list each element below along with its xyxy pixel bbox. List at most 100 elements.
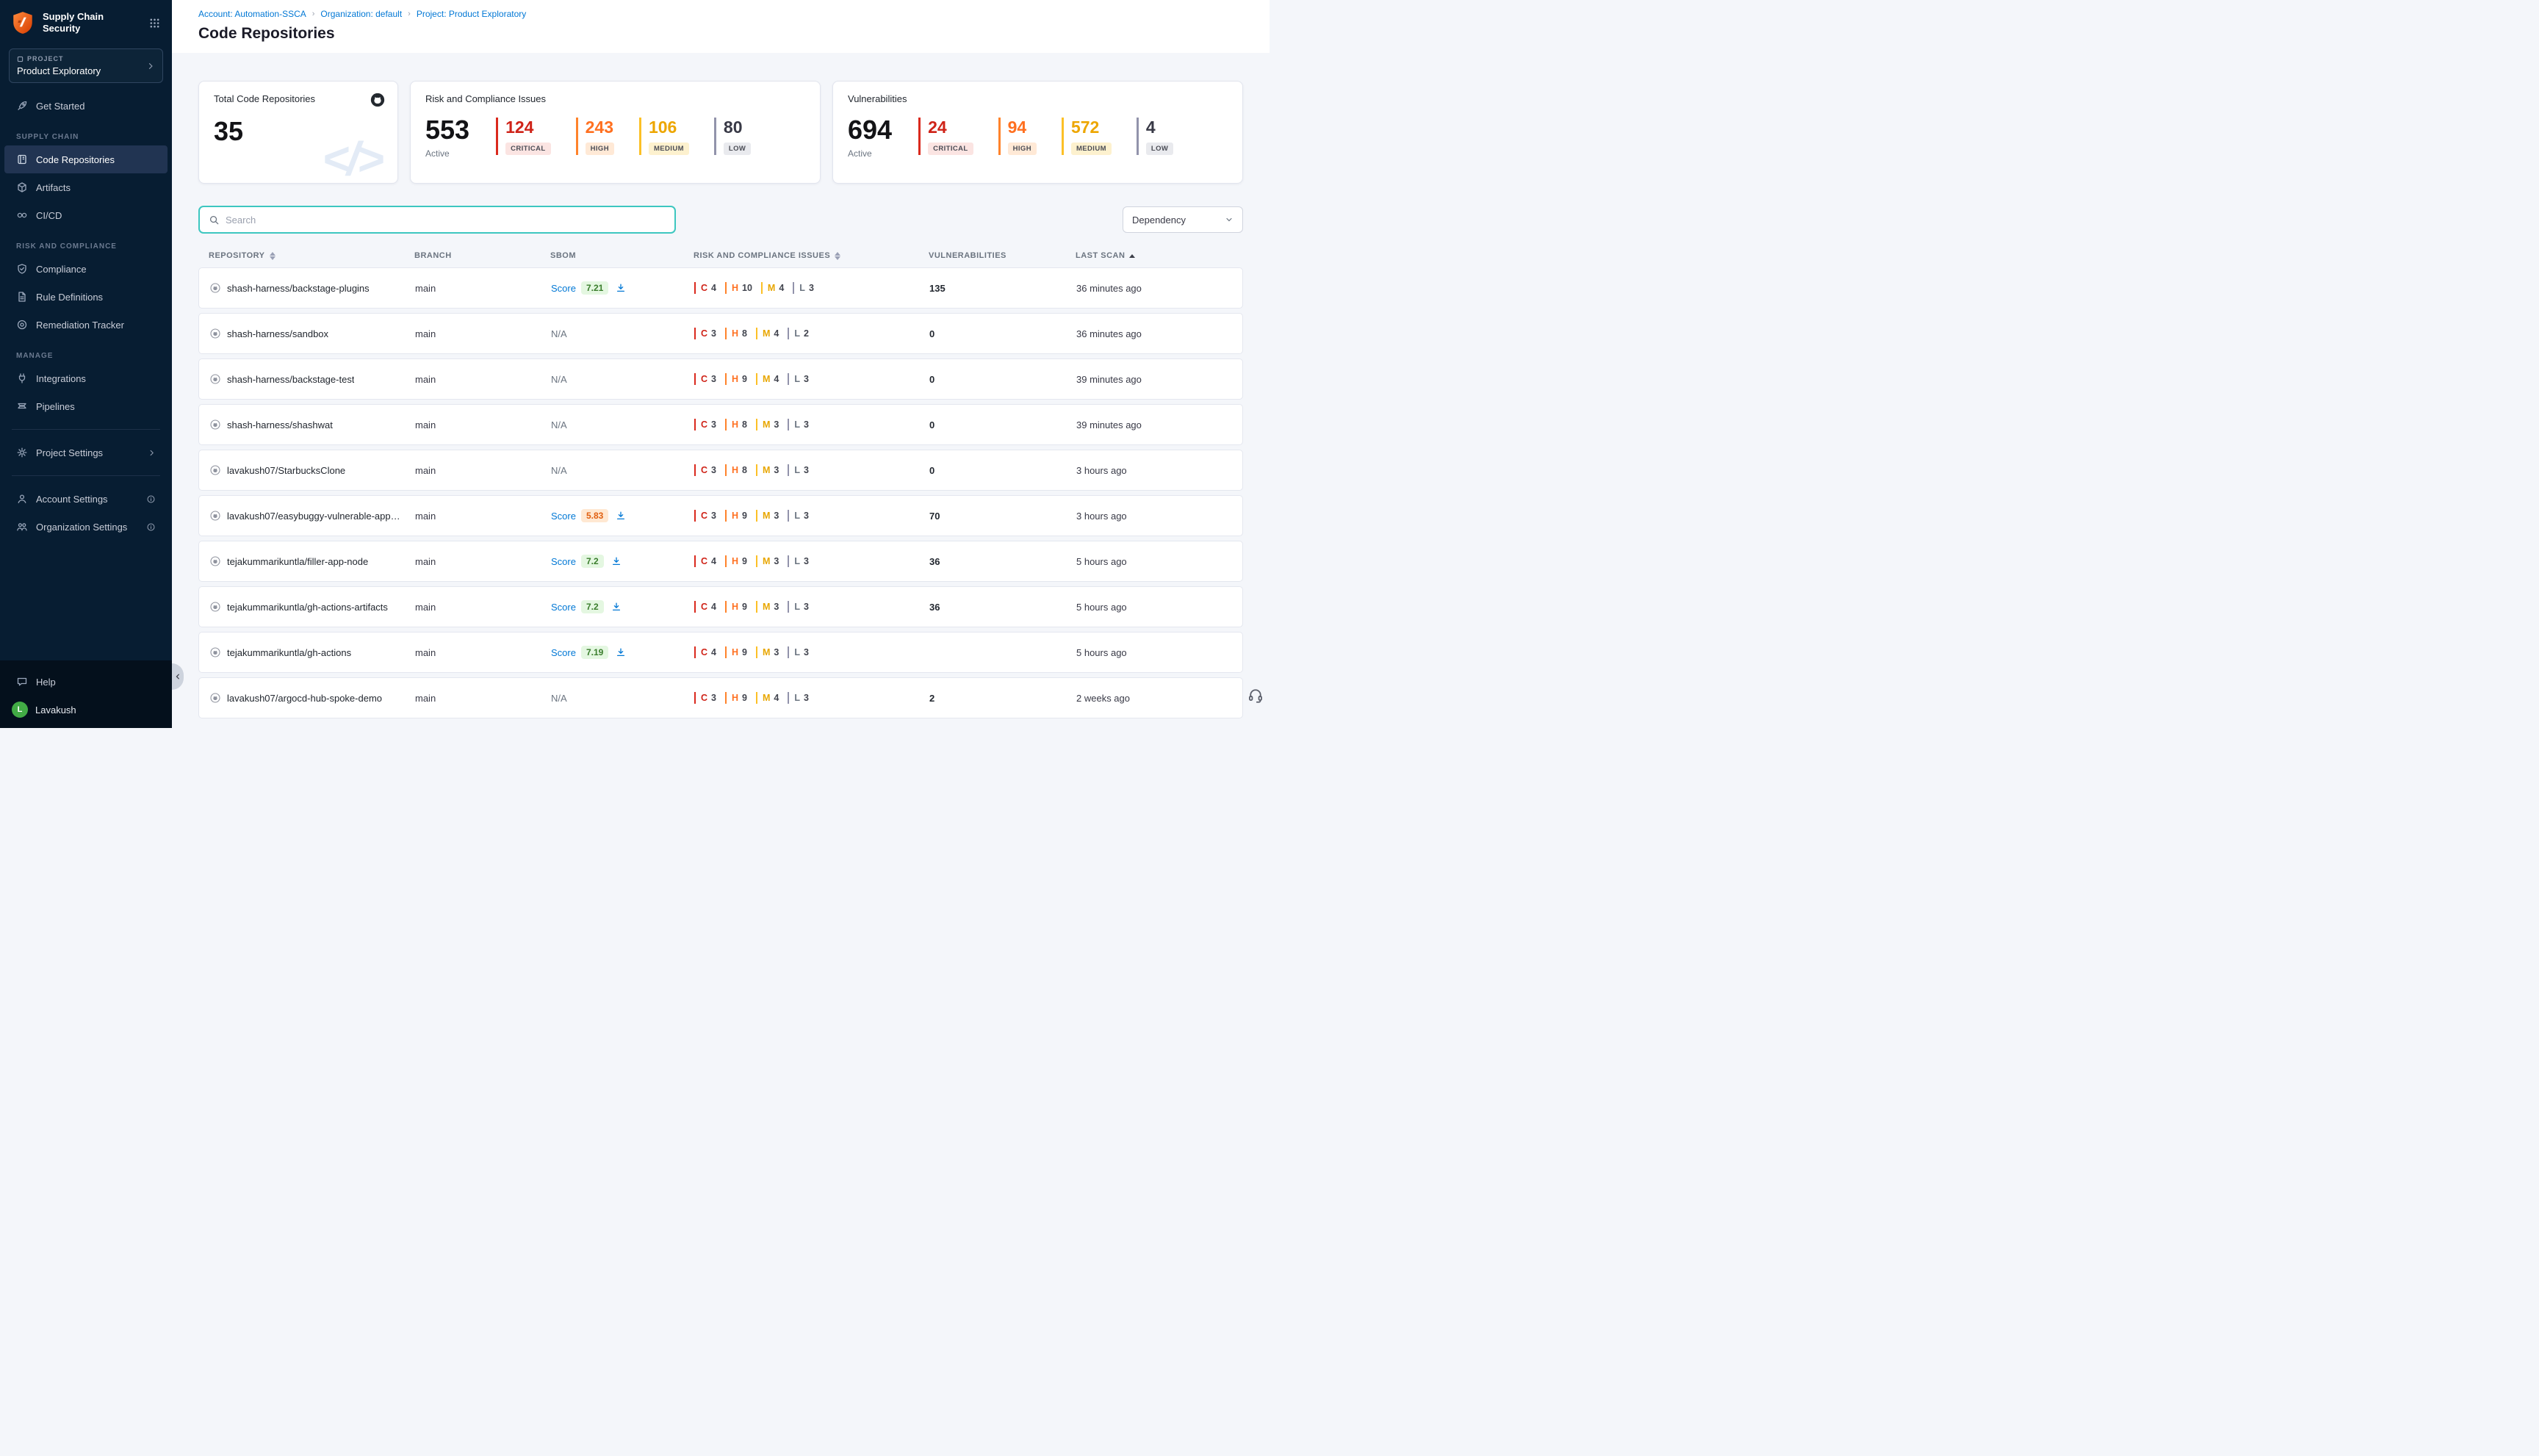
branch-name: main	[405, 511, 541, 522]
sbom-score-link[interactable]: Score	[551, 647, 576, 658]
vulnerability-count: 70	[919, 511, 1066, 522]
table-row[interactable]: lavakush07/StarbucksClone main Score N/A…	[198, 450, 1243, 491]
sidebar-item-artifacts[interactable]: Artifacts	[4, 173, 168, 201]
repository-name[interactable]: lavakush07/argocd-hub-spoke-demo	[227, 693, 382, 704]
sidebar-item-project-settings[interactable]: Project Settings	[4, 439, 168, 466]
critical-count: C3	[694, 373, 725, 386]
sidebar-item-account-settings[interactable]: Account Settings	[4, 485, 168, 513]
vulnerabilities-sub: Active	[848, 148, 892, 159]
severity-count: 106	[649, 118, 689, 137]
download-icon[interactable]	[616, 647, 626, 657]
breadcrumb-account-link[interactable]: Account: Automation-SSCA	[198, 9, 306, 19]
sbom-score-link[interactable]: Score	[551, 511, 576, 522]
vulnerability-count: 0	[919, 328, 1066, 339]
repository-name[interactable]: tejakummarikuntla/filler-app-node	[227, 556, 368, 567]
table-row[interactable]: tejakummarikuntla/filler-app-node main S…	[198, 541, 1243, 582]
artifacts-cube-icon	[16, 181, 28, 193]
column-header-repository[interactable]: REPOSITORY	[198, 251, 404, 260]
github-icon	[209, 510, 221, 522]
sidebar-item-compliance[interactable]: Compliance	[4, 255, 168, 283]
branch-name: main	[405, 374, 541, 385]
severity-count: 80	[724, 118, 751, 137]
table-row[interactable]: tejakummarikuntla/gh-actions main Score …	[198, 632, 1243, 673]
sidebar-item-organization-settings[interactable]: Organization Settings	[4, 513, 168, 541]
section-title-risk-compliance: RISK AND COMPLIANCE	[0, 229, 172, 255]
sort-icon[interactable]	[835, 252, 840, 260]
sbom-score-link[interactable]: Score	[551, 283, 576, 294]
severity-count: 243	[586, 118, 614, 137]
table-row[interactable]: shash-harness/backstage-plugins main Sco…	[198, 267, 1243, 309]
high-count: H9	[725, 373, 756, 386]
sbom-score-pill: 7.2	[581, 555, 604, 568]
page-title: Code Repositories	[198, 25, 1243, 43]
severity-medium: 572 MEDIUM	[1062, 118, 1112, 155]
repository-name[interactable]: shash-harness/backstage-test	[227, 374, 354, 385]
chevron-right-icon	[148, 449, 156, 457]
high-count: H8	[725, 464, 756, 477]
chat-icon	[16, 676, 28, 688]
high-count: H10	[725, 282, 761, 295]
column-header-last-scan[interactable]: LAST SCAN	[1065, 251, 1243, 260]
sidebar-item-code-repositories[interactable]: Code Repositories	[4, 145, 168, 173]
branch-name: main	[405, 602, 541, 613]
table-row[interactable]: shash-harness/shashwat main Score N/A C3…	[198, 404, 1243, 445]
severity-label: MEDIUM	[649, 143, 689, 155]
app-switcher-grid-icon[interactable]	[148, 16, 162, 30]
sidebar-item-label: Get Started	[36, 101, 84, 112]
last-scan: 3 hours ago	[1066, 465, 1242, 476]
sbom-score-link[interactable]: Score	[551, 602, 576, 613]
table-row[interactable]: tejakummarikuntla/gh-actions-artifacts m…	[198, 586, 1243, 627]
repository-name[interactable]: tejakummarikuntla/gh-actions-artifacts	[227, 602, 388, 613]
github-icon	[209, 601, 221, 613]
help-floating-button[interactable]	[1245, 684, 1267, 706]
repository-name[interactable]: shash-harness/sandbox	[227, 328, 328, 339]
user-name: Lavakush	[35, 704, 76, 716]
repository-name[interactable]: lavakush07/StarbucksClone	[227, 465, 345, 476]
page-header: Account: Automation-SSCA › Organization:…	[172, 0, 1270, 53]
high-count: H9	[725, 692, 756, 704]
info-icon	[146, 494, 156, 504]
repository-name[interactable]: lavakush07/easybuggy-vulnerable-app…	[227, 511, 400, 522]
sbom-score-link[interactable]: Score	[551, 556, 576, 567]
divider	[12, 475, 160, 476]
critical-count: C4	[694, 555, 725, 568]
sidebar-item-help[interactable]: Help	[4, 668, 168, 696]
sidebar-item-integrations[interactable]: Integrations	[4, 364, 168, 392]
critical-count: C3	[694, 464, 725, 477]
column-header-risk-compliance[interactable]: RISK AND COMPLIANCE ISSUES	[683, 251, 918, 260]
sidebar-item-remediation-tracker[interactable]: Remediation Tracker	[4, 311, 168, 339]
sidebar-item-get-started[interactable]: Get Started	[4, 92, 168, 120]
sidebar-item-pipelines[interactable]: Pipelines	[4, 392, 168, 420]
critical-count: C3	[694, 328, 725, 340]
sidebar-item-label: Remediation Tracker	[36, 320, 124, 331]
project-selector[interactable]: PROJECT Product Exploratory	[9, 48, 163, 83]
divider	[12, 429, 160, 430]
user-menu[interactable]: L Lavakush	[0, 696, 172, 718]
breadcrumb-separator: ›	[312, 10, 315, 18]
sort-icon[interactable]	[270, 252, 275, 260]
table-row[interactable]: lavakush07/argocd-hub-spoke-demo main Sc…	[198, 677, 1243, 718]
sort-asc-icon[interactable]	[1129, 254, 1135, 258]
repo-icon	[16, 154, 28, 165]
sidebar-item-rule-definitions[interactable]: Rule Definitions	[4, 283, 168, 311]
shield-check-icon	[16, 263, 28, 275]
download-icon[interactable]	[616, 283, 626, 293]
critical-count: C4	[694, 282, 725, 295]
dependency-filter-dropdown[interactable]: Dependency	[1123, 206, 1243, 233]
sidebar-item-cicd[interactable]: CI/CD	[4, 201, 168, 229]
breadcrumb-project-link[interactable]: Project: Product Exploratory	[417, 9, 526, 19]
search-input[interactable]	[226, 215, 666, 226]
repository-name[interactable]: shash-harness/backstage-plugins	[227, 283, 370, 294]
breadcrumb: Account: Automation-SSCA › Organization:…	[198, 9, 1243, 19]
table-row[interactable]: lavakush07/easybuggy-vulnerable-app… mai…	[198, 495, 1243, 536]
medium-count: M4	[756, 328, 788, 340]
download-icon[interactable]	[616, 511, 626, 521]
repository-name[interactable]: shash-harness/shashwat	[227, 419, 333, 430]
download-icon[interactable]	[611, 556, 622, 566]
breadcrumb-organization-link[interactable]: Organization: default	[320, 9, 402, 19]
download-icon[interactable]	[611, 602, 622, 612]
table-row[interactable]: shash-harness/sandbox main Score N/A C3 …	[198, 313, 1243, 354]
vulnerability-count: 135	[919, 283, 1066, 294]
table-row[interactable]: shash-harness/backstage-test main Score …	[198, 358, 1243, 400]
repository-name[interactable]: tejakummarikuntla/gh-actions	[227, 647, 351, 658]
